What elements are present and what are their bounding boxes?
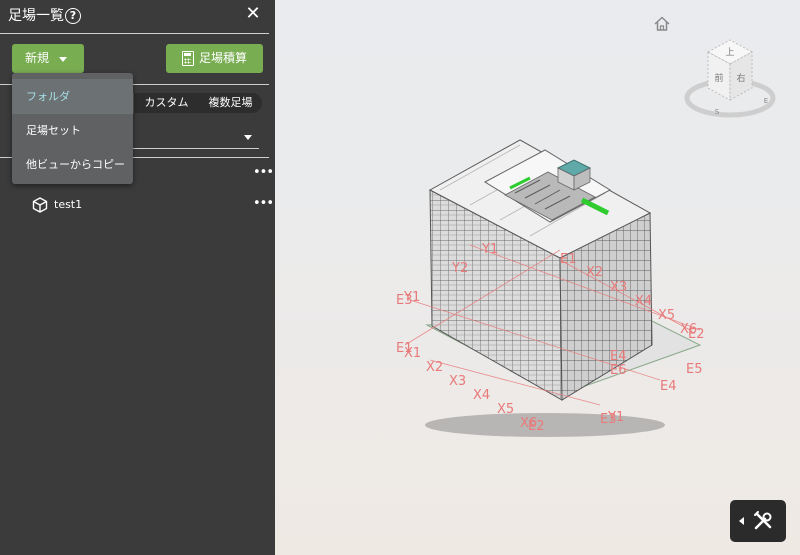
panel-title: 足場一覧 [8, 8, 64, 24]
grid-label: X5 [658, 308, 675, 323]
caret-down-icon [59, 57, 67, 62]
folder-more-icon[interactable]: ••• [253, 166, 274, 180]
help-icon[interactable]: ? [65, 8, 81, 24]
grid-label: E2 [528, 419, 545, 434]
grid-label: X4 [473, 388, 490, 403]
scaffold-list-panel: 足場一覧 ? ✕ 新規 足場積算 カスタム 複数足場 ーム ••• test1 … [0, 0, 275, 555]
tree-item-test1[interactable]: test1 [32, 196, 232, 214]
menu-item-copy-from-view[interactable]: 他ビューからコピー [12, 147, 133, 182]
new-button[interactable]: 新規 [12, 44, 84, 73]
grid-label: Y1 [403, 290, 420, 305]
menu-item-scaffold-set[interactable]: 足場セット [12, 113, 133, 148]
grid-label: X2 [426, 360, 443, 375]
grid-label: Y1 [607, 410, 624, 425]
grid-label: E2 [688, 327, 705, 342]
chevron-left-icon [739, 517, 744, 525]
tab-multiple-scaffold[interactable]: 複数足場 [199, 93, 262, 113]
grid-label: X5 [497, 402, 514, 417]
scaffold-estimate-button[interactable]: 足場積算 [166, 44, 263, 73]
grid-label: E5 [686, 362, 703, 377]
divider [0, 33, 269, 34]
caret-down-icon [244, 135, 252, 140]
tools-icon [754, 511, 772, 530]
grid-label: Y1 [481, 242, 498, 257]
grid-label: Y2 [451, 261, 468, 276]
grid-label: X4 [635, 294, 652, 309]
close-icon[interactable]: ✕ [244, 5, 262, 23]
menu-item-folder[interactable]: フォルダ [12, 79, 133, 114]
grid-label: X3 [449, 374, 466, 389]
item-more-icon[interactable]: ••• [253, 197, 274, 211]
new-dropdown-menu: フォルダ 足場セット 他ビューからコピー [12, 73, 133, 184]
cube-icon [32, 197, 48, 213]
grid-label: X2 [586, 265, 603, 280]
new-button-label: 新規 [25, 51, 50, 65]
tree-item-label: test1 [54, 198, 83, 211]
grid-label: E4 [610, 349, 627, 364]
tab-custom[interactable]: カスタム [134, 93, 199, 113]
grid-label: E1 [560, 252, 577, 267]
tools-button[interactable] [730, 500, 786, 542]
grid-label: E6 [610, 363, 627, 378]
grid-label: X3 [610, 280, 627, 295]
calculator-icon [182, 51, 194, 66]
grid-label: X1 [404, 346, 421, 361]
scaffold-estimate-label: 足場積算 [199, 51, 248, 65]
building-model: Y1 Y2 E1 X2 X3 X4 X5 X6 E2 E3 Y1 E1 X1 X… [396, 139, 705, 437]
3d-viewport[interactable]: 上 前 右 S E Y1 Y2 E1 X2 X3 X4 X5 X6 E2 E3 … [275, 0, 800, 555]
grid-label: E4 [660, 379, 677, 394]
